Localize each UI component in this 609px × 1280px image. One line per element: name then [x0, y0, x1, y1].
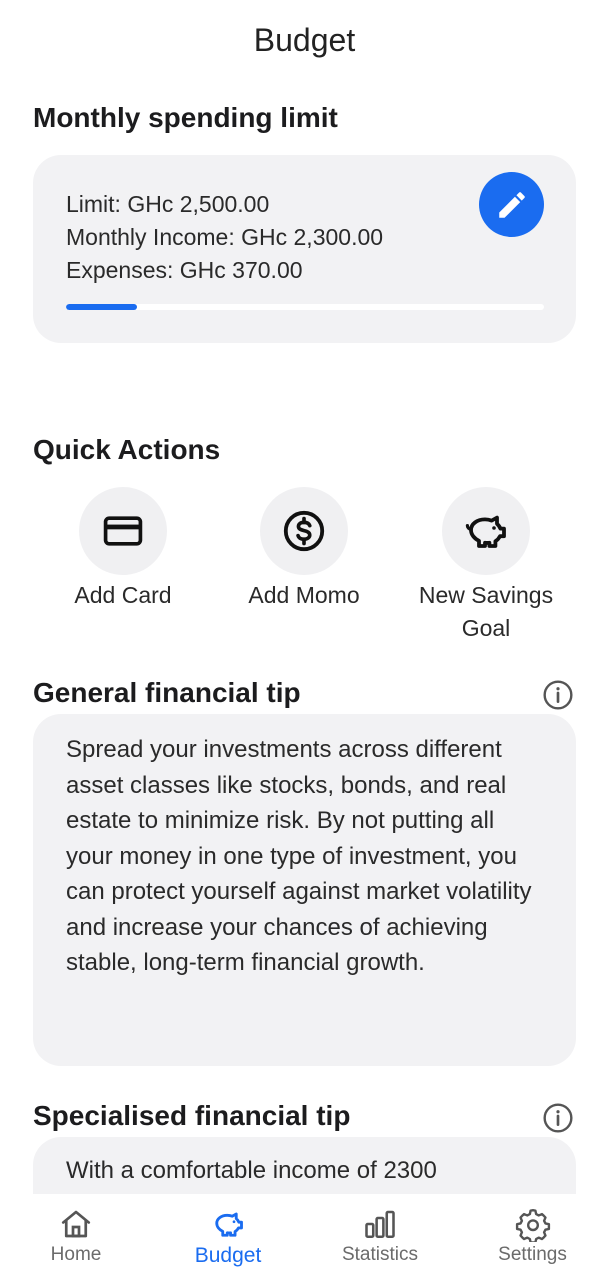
credit-card-icon: [103, 516, 143, 546]
piggy-bank-icon: [465, 515, 506, 548]
add-momo-label: Add Momo: [248, 582, 360, 608]
new-savings-goal-label: New Savings Goal: [418, 582, 554, 641]
spending-limit-card: Limit: GHc 2,500.00 Monthly Income: GHc …: [33, 155, 576, 343]
nav-settings-label: Settings: [498, 1244, 567, 1265]
nav-home[interactable]: Home: [0, 1194, 152, 1280]
home-icon: [61, 1210, 91, 1238]
add-momo-button[interactable]: Add Momo: [214, 487, 394, 612]
nav-budget-label: Budget: [194, 1244, 262, 1267]
add-card-button[interactable]: Add Card: [33, 487, 213, 612]
info-icon[interactable]: [542, 679, 574, 711]
new-savings-goal-button[interactable]: New Savings Goal: [396, 487, 576, 645]
nav-statistics-label: Statistics: [341, 1244, 419, 1265]
nav-home-label: Home: [50, 1244, 102, 1265]
nav-budget[interactable]: Budget: [152, 1194, 304, 1280]
bottom-navigation: Home Budget Statistics Settings: [0, 1194, 609, 1280]
nav-settings[interactable]: Settings: [456, 1194, 609, 1280]
spending-progress-bar: [66, 304, 544, 310]
budget-screen: Budget Monthly spending limit Limit: GHc…: [0, 0, 609, 1280]
limit-value: Limit: GHc 2,500.00: [66, 191, 270, 217]
quick-actions-heading: Quick Actions: [33, 434, 221, 465]
savings-goal-icon-circle: [442, 487, 530, 575]
spending-limit-heading: Monthly spending limit: [33, 102, 338, 133]
general-tip-card: Spread your investments across different…: [33, 714, 576, 1066]
bar-chart-icon: [365, 1210, 395, 1239]
spending-progress-fill: [66, 304, 137, 310]
info-icon[interactable]: [542, 1102, 574, 1134]
edit-limit-button[interactable]: [479, 172, 544, 237]
piggy-bank-icon: [215, 1212, 243, 1237]
monthly-income-value: Monthly Income: GHc 2,300.00: [66, 224, 384, 250]
page-title: Budget: [253, 22, 356, 58]
gear-icon: [515, 1209, 550, 1242]
general-tip-heading: General financial tip: [33, 677, 301, 708]
dollar-circle-icon: [283, 510, 325, 552]
nav-statistics[interactable]: Statistics: [304, 1194, 456, 1280]
expenses-value: Expenses: GHc 370.00: [66, 257, 303, 283]
specialised-tip-heading: Specialised financial tip: [33, 1100, 351, 1131]
add-card-icon-circle: [79, 487, 167, 575]
general-tip-text: Spread your investments across different…: [66, 736, 532, 976]
specialised-tip-text: With a comfortable income of 2300: [66, 1157, 437, 1184]
add-momo-icon-circle: [260, 487, 348, 575]
add-card-label: Add Card: [74, 582, 172, 608]
pencil-icon: [498, 191, 525, 218]
